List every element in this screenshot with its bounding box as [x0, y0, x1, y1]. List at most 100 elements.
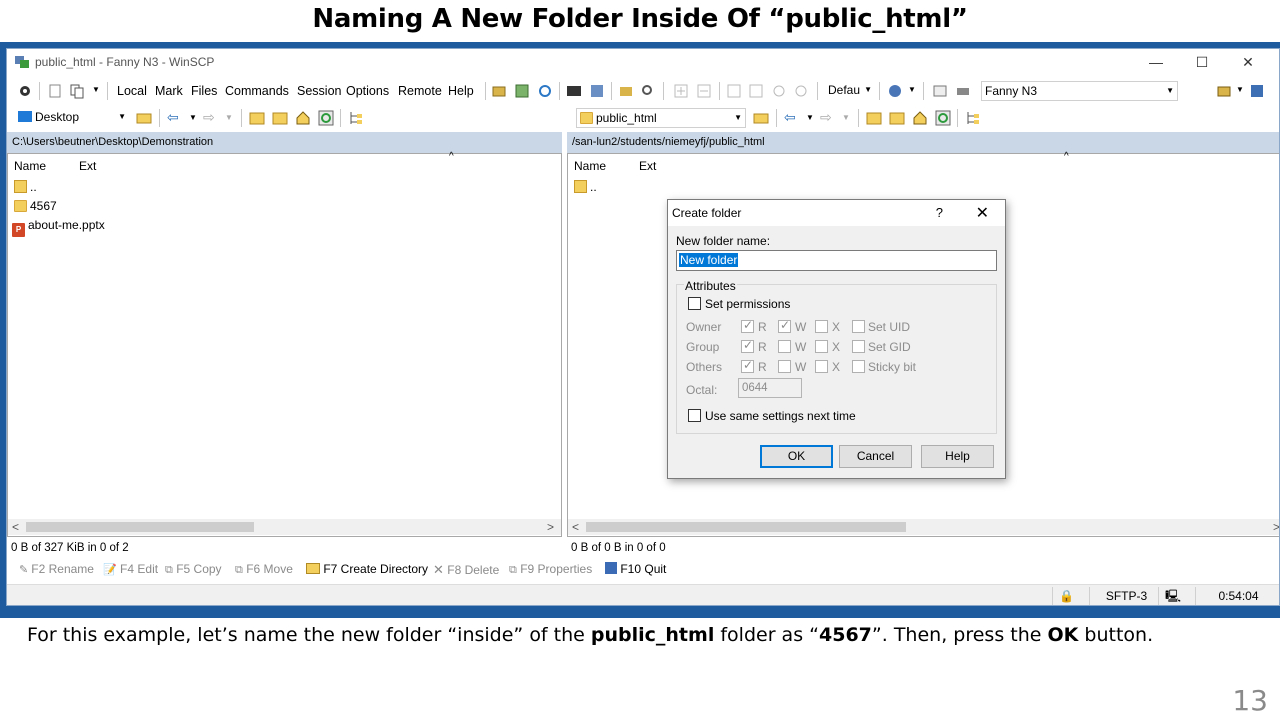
session-combo[interactable]: Fanny N3 ▼ — [981, 81, 1178, 101]
others-execute-checkbox[interactable] — [815, 360, 828, 373]
root-dir-icon[interactable] — [889, 110, 905, 126]
menu-commands[interactable]: Commands — [225, 84, 289, 98]
scroll-left-icon[interactable]: < — [12, 519, 19, 535]
f8-delete-button[interactable]: ✕ F8 Delete — [433, 562, 499, 578]
chevron-down-icon[interactable]: ▼ — [1236, 85, 1244, 94]
synchronize-icon[interactable] — [491, 83, 507, 99]
same-settings-checkbox[interactable] — [688, 409, 701, 422]
scroll-left-icon[interactable]: < — [572, 519, 579, 535]
scroll-right-icon[interactable]: > — [1273, 519, 1279, 535]
f5-copy-button[interactable]: ⧉ F5 Copy — [165, 562, 222, 577]
back-arrow-icon[interactable]: ⇦ — [784, 109, 796, 126]
set-permissions-checkbox[interactable] — [688, 297, 701, 310]
ok-button[interactable]: OK — [760, 445, 833, 468]
f2-rename-button[interactable]: ✎ F2 Rename — [19, 562, 94, 576]
list-item[interactable]: .. — [14, 178, 37, 197]
left-path-bar[interactable]: C:\Users\beutner\Desktop\Demonstration — [7, 132, 562, 153]
invert-icon — [749, 84, 763, 98]
session-icon[interactable] — [589, 83, 605, 99]
close-button[interactable]: ✕ — [1225, 49, 1271, 76]
right-path-bar[interactable]: /san-lun2/students/niemeyfj/public_html — [567, 132, 1279, 153]
group-read-checkbox[interactable] — [741, 338, 754, 353]
scroll-thumb[interactable] — [586, 522, 906, 532]
bottom-status-bar: 🔒 SFTP-3 🖳 0:54:04 — [7, 584, 1279, 605]
tree-icon[interactable] — [965, 110, 981, 126]
others-read-checkbox[interactable] — [741, 358, 754, 373]
copy-files-icon[interactable] — [69, 83, 85, 99]
open-folder-icon[interactable] — [753, 110, 769, 126]
menu-remote[interactable]: Remote — [398, 84, 442, 98]
f7-create-directory-button[interactable]: F7 Create Directory — [306, 562, 428, 576]
network-icon: 🖳 — [1158, 587, 1194, 605]
plus-icon — [674, 84, 688, 98]
pencil-icon: ✎ — [19, 564, 32, 576]
new-folder-name-input[interactable]: New folder — [676, 250, 997, 271]
preferences-icon[interactable] — [887, 83, 903, 99]
list-item[interactable]: Pabout-me.pptx — [12, 216, 105, 237]
queue-icon[interactable] — [47, 83, 63, 99]
minimize-button[interactable]: — — [1133, 49, 1179, 76]
gear-icon[interactable] — [17, 83, 33, 99]
transfer-settings-combo[interactable]: Defau ▼ — [825, 81, 875, 101]
help-question-icon[interactable]: ? — [936, 205, 943, 220]
scroll-right-icon[interactable]: > — [547, 519, 554, 535]
help-button[interactable]: Help — [921, 445, 994, 468]
scroll-thumb[interactable] — [26, 522, 254, 532]
f6-move-button[interactable]: ⧉ F6 Move — [235, 562, 293, 577]
list-item[interactable]: 4567 — [14, 197, 57, 216]
column-ext[interactable]: Ext — [639, 159, 656, 173]
right-location-combo[interactable]: public_html ▼ — [576, 108, 746, 128]
refresh-icon[interactable] — [935, 110, 951, 126]
f4-edit-button[interactable]: 📝 F4 Edit — [103, 562, 158, 576]
new-folder-icon — [306, 563, 320, 574]
chevron-down-icon: ▼ — [1166, 86, 1174, 95]
others-r-label: R — [758, 360, 767, 374]
sticky-bit-checkbox[interactable] — [852, 360, 865, 373]
others-write-checkbox[interactable] — [778, 360, 791, 373]
refresh-icon[interactable] — [537, 83, 553, 99]
owner-write-checkbox[interactable] — [778, 318, 791, 333]
home-icon[interactable] — [912, 110, 928, 126]
save-session-icon[interactable] — [1249, 83, 1265, 99]
dialog-close-icon[interactable]: ✕ — [976, 203, 989, 223]
column-name[interactable]: Name — [14, 159, 46, 173]
main-toolbar: ▼ Local Mark Files Commands Session Opti… — [7, 78, 1279, 104]
right-horizontal-scrollbar[interactable]: < > — [568, 519, 1279, 535]
menu-help[interactable]: Help — [448, 84, 474, 98]
list-item[interactable]: .. — [574, 178, 597, 197]
left-file-list[interactable] — [7, 153, 562, 537]
new-tab-icon[interactable] — [1216, 83, 1232, 99]
menu-mark[interactable]: Mark — [155, 84, 183, 98]
menu-local[interactable]: Local — [117, 84, 147, 98]
print-icon[interactable] — [955, 83, 971, 99]
dialog-title-bar: Create folder ? ✕ — [668, 200, 1005, 226]
owner-execute-checkbox[interactable] — [815, 320, 828, 333]
group-execute-checkbox[interactable] — [815, 340, 828, 353]
chevron-down-icon[interactable]: ▼ — [92, 85, 100, 94]
group-write-checkbox[interactable] — [778, 340, 791, 353]
compare-icon[interactable] — [514, 83, 530, 99]
chevron-down-icon[interactable]: ▼ — [806, 113, 814, 122]
set-gid-checkbox[interactable] — [852, 340, 865, 353]
column-ext[interactable]: Ext — [79, 159, 96, 173]
maximize-button[interactable]: ☐ — [1179, 49, 1225, 76]
left-horizontal-scrollbar[interactable]: < > — [8, 519, 561, 535]
cancel-button[interactable]: Cancel — [839, 445, 912, 468]
menu-session[interactable]: Session — [297, 84, 341, 98]
create-folder-dialog: Create folder ? ✕ New folder name: New f… — [667, 199, 1006, 479]
owner-read-checkbox[interactable] — [741, 318, 754, 333]
f10-quit-button[interactable]: F10 Quit — [605, 562, 666, 576]
others-label: Others — [686, 360, 723, 374]
terminal-icon[interactable] — [566, 83, 582, 99]
parent-dir-icon[interactable] — [866, 110, 882, 126]
menu-options[interactable]: Options — [346, 84, 389, 98]
menu-files[interactable]: Files — [191, 84, 217, 98]
octal-input[interactable]: 0644 — [738, 378, 802, 398]
f9-properties-button[interactable]: ⧉ F9 Properties — [509, 562, 592, 577]
find-files-icon[interactable] — [640, 83, 656, 99]
column-name[interactable]: Name — [574, 159, 606, 173]
log-icon[interactable] — [932, 83, 948, 99]
chevron-down-icon[interactable]: ▼ — [908, 85, 916, 94]
new-session-icon[interactable] — [618, 83, 634, 99]
set-uid-checkbox[interactable] — [852, 320, 865, 333]
